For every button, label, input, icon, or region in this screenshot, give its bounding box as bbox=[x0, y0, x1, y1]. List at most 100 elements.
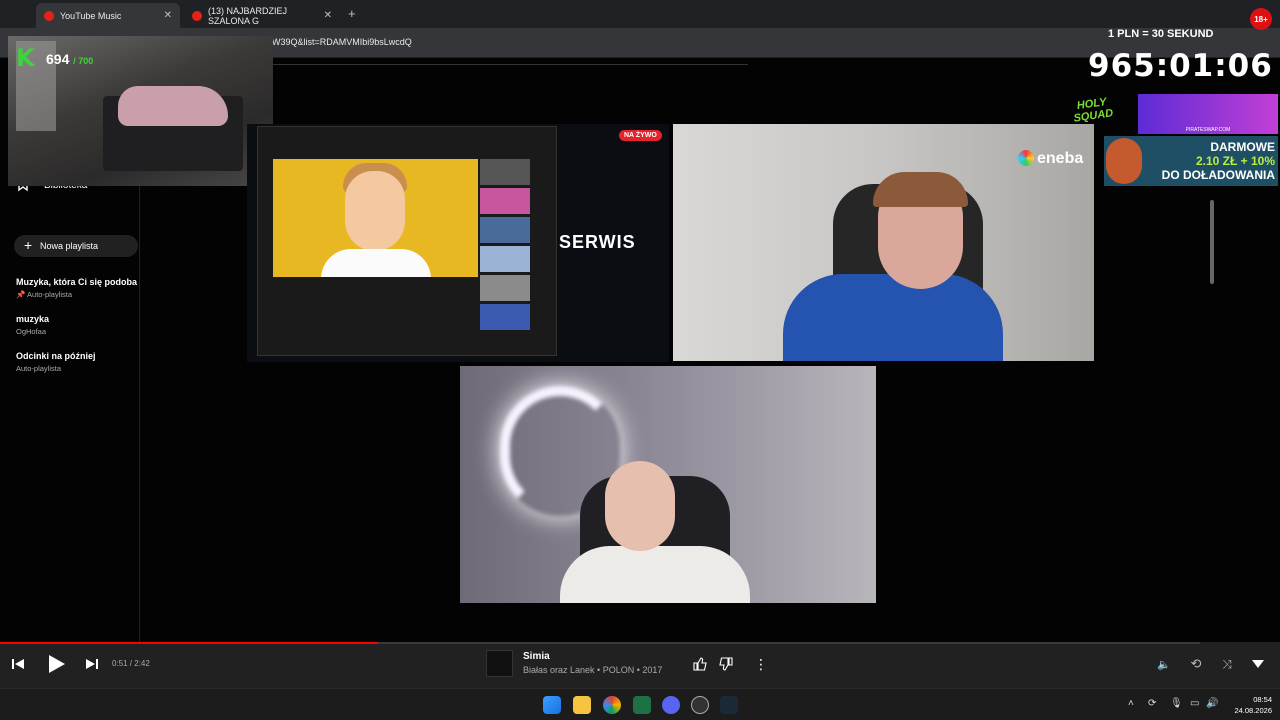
expand-player-button[interactable] bbox=[1250, 656, 1266, 672]
shuffle-icon[interactable]: ⤨ bbox=[1219, 656, 1235, 672]
player-bar: 0:51 / 2:42 Simia Białas oraz Lanek • PO… bbox=[0, 642, 1280, 688]
system-clock[interactable]: 08:54 24.08.2026 bbox=[1234, 694, 1272, 716]
blanket bbox=[118, 86, 228, 126]
screen: YouTube Music ✕ (13) NAJBARDZIEJ SZALONA… bbox=[0, 0, 1280, 720]
video-thumbnail bbox=[273, 159, 478, 277]
previous-icon bbox=[12, 659, 24, 669]
clock-date: 24.08.2026 bbox=[1234, 706, 1272, 715]
playlist-title: muzyka bbox=[16, 314, 50, 324]
cartoon-face bbox=[345, 171, 405, 251]
related-thumb bbox=[480, 159, 530, 185]
kick-logo-icon: K bbox=[16, 44, 35, 72]
close-tab-icon[interactable]: ✕ bbox=[324, 10, 332, 21]
new-playlist-button[interactable]: + Nowa playlista bbox=[14, 235, 138, 257]
tray-sync-icon[interactable]: ⟳ bbox=[1148, 698, 1160, 710]
volume-icon[interactable]: 🔈 bbox=[1156, 656, 1172, 672]
promo-line: DO DOŁADOWANIA bbox=[1161, 168, 1275, 182]
more-options-icon[interactable]: ⋮ bbox=[754, 656, 768, 672]
tab-youtube-music[interactable]: YouTube Music ✕ bbox=[36, 3, 180, 28]
pirateswap-text: PIRATESWAP.COM bbox=[1185, 127, 1231, 133]
play-icon bbox=[49, 655, 65, 673]
thumbs-up-icon bbox=[693, 657, 707, 671]
shared-browser bbox=[257, 126, 557, 356]
webcam-streamer-2 bbox=[460, 366, 876, 603]
network-icon[interactable]: ▭ bbox=[1190, 698, 1202, 710]
speaker-icon[interactable]: 🔊 bbox=[1206, 698, 1218, 710]
playlist-item[interactable]: Muzyka, która Ci się podoba 📌 Auto-playl… bbox=[16, 277, 137, 299]
playlist-subtitle: Auto-playlista bbox=[27, 290, 73, 299]
clock-time: 08:54 bbox=[1253, 695, 1272, 704]
windows-taskbar: ˄ ⟳ 🎙 ▭ 🔊 08:54 24.08.2026 bbox=[0, 688, 1280, 720]
youtube-music-icon bbox=[44, 10, 54, 21]
discord-icon[interactable] bbox=[662, 696, 680, 714]
browser-tab-bar: YouTube Music ✕ (13) NAJBARDZIEJ SZALONA… bbox=[0, 0, 1280, 28]
holy-squad-logo: HOLY SQUAD bbox=[1072, 96, 1114, 125]
url-text: W39Q&list=RDAMVMIbi9bsLwcdQ bbox=[272, 37, 412, 47]
subathon-timer: 965:01:06 bbox=[1088, 48, 1273, 84]
playlist-item[interactable]: muzyka OgHofaa bbox=[16, 314, 49, 336]
cartoon-shirt bbox=[321, 249, 431, 277]
tab-video[interactable]: (13) NAJBARDZIEJ SZALONA G ✕ bbox=[184, 3, 340, 28]
tab-label: YouTube Music bbox=[60, 10, 122, 21]
person-shirt bbox=[560, 546, 750, 603]
goal-counter: 694 / 700 bbox=[46, 51, 93, 67]
plus-icon: + bbox=[24, 237, 33, 253]
like-button[interactable] bbox=[692, 656, 708, 672]
person-head bbox=[605, 461, 675, 551]
scrollbar-thumb[interactable] bbox=[1210, 200, 1214, 284]
album-art[interactable] bbox=[486, 650, 513, 677]
repeat-icon[interactable]: ⟲ bbox=[1188, 656, 1204, 672]
close-tab-icon[interactable]: ✕ bbox=[164, 10, 172, 21]
promo-line: DARMOWE bbox=[1210, 140, 1275, 154]
related-thumb bbox=[480, 217, 530, 243]
webcam-bedroom: K 694 / 700 bbox=[8, 36, 273, 186]
eneba-text: eneba bbox=[1037, 150, 1084, 167]
next-icon bbox=[86, 659, 98, 669]
mascot-icon bbox=[1106, 138, 1142, 184]
chevron-down-icon bbox=[1252, 660, 1264, 668]
steam-icon[interactable] bbox=[720, 696, 738, 714]
excel-icon[interactable] bbox=[633, 696, 651, 714]
start-menu-icon[interactable] bbox=[543, 696, 561, 714]
related-thumb bbox=[480, 304, 530, 330]
dislike-button[interactable] bbox=[718, 656, 734, 672]
age-badge: 18+ bbox=[1250, 8, 1272, 30]
chrome-icon[interactable] bbox=[603, 696, 621, 714]
playlist-title: Muzyka, która Ci się podoba bbox=[16, 277, 138, 287]
related-thumb bbox=[480, 188, 530, 214]
playback-time: 0:51 / 2:42 bbox=[112, 659, 150, 668]
screen-share-window: SERWIS NA ŻYWO bbox=[247, 124, 669, 362]
playlist-title: Odcinki na później bbox=[16, 351, 96, 361]
eneba-logo: eneba bbox=[1018, 150, 1083, 168]
tray-chevron-up-icon[interactable]: ˄ bbox=[1128, 698, 1140, 710]
tab-label: (13) NAJBARDZIEJ SZALONA G bbox=[208, 5, 288, 26]
promo-line: 2.10 ZŁ + 10% bbox=[1195, 154, 1275, 168]
previous-button[interactable] bbox=[10, 656, 26, 672]
related-thumb bbox=[480, 246, 530, 272]
playlist-subtitle: Auto-playlista bbox=[16, 364, 62, 373]
new-tab-button[interactable]: + bbox=[348, 6, 356, 21]
page-divider bbox=[272, 64, 748, 65]
seek-bar[interactable] bbox=[0, 642, 1200, 644]
eneba-icon bbox=[1018, 150, 1034, 166]
serwis-text: SERWIS bbox=[559, 232, 636, 252]
playlist-subtitle: OgHofaa bbox=[16, 327, 47, 336]
microphone-icon[interactable]: 🎙 bbox=[1170, 698, 1183, 710]
person-hair bbox=[873, 172, 968, 207]
seek-progress bbox=[0, 642, 378, 644]
file-explorer-icon[interactable] bbox=[573, 696, 591, 714]
playlist-item[interactable]: Odcinki na później Auto-playlista bbox=[16, 351, 96, 373]
sub-rate-label: 1 PLN = 30 SEKUND bbox=[1108, 28, 1214, 40]
person-shirt bbox=[783, 274, 1003, 361]
next-button[interactable] bbox=[84, 656, 100, 672]
youtube-icon bbox=[192, 10, 202, 21]
promo-banner: DARMOWE 2.10 ZŁ + 10% DO DOŁADOWANIA bbox=[1104, 136, 1278, 186]
obs-icon[interactable] bbox=[691, 696, 709, 714]
new-playlist-label: Nowa playlista bbox=[40, 241, 99, 251]
play-button[interactable] bbox=[44, 652, 68, 676]
related-thumb bbox=[480, 275, 530, 301]
song-title[interactable]: Simia bbox=[523, 651, 550, 662]
counter-value: 694 bbox=[46, 51, 70, 67]
thumbs-down-icon bbox=[719, 657, 733, 671]
song-meta[interactable]: Białas oraz Lanek • POLON • 2017 bbox=[523, 665, 662, 675]
